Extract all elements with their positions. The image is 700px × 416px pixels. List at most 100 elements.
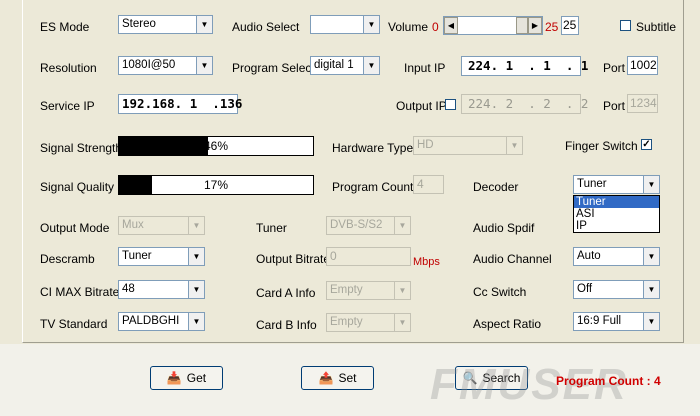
cc-switch-value: Off	[577, 283, 593, 295]
chevron-down-icon[interactable]: ▼	[188, 248, 204, 265]
ci-max-bitrate-value: 48	[122, 283, 135, 295]
signal-quality-label: Signal Quality	[40, 180, 115, 194]
decoder-option-tuner[interactable]: Tuner	[574, 196, 659, 208]
chevron-down-icon[interactable]: ▼	[196, 57, 212, 74]
input-port-label: Port	[603, 61, 626, 75]
get-button-label: Get	[186, 371, 207, 385]
service-ip-field[interactable]: 192.168. 1 .136	[118, 94, 242, 114]
chevron-down-icon[interactable]: ▼	[394, 217, 410, 234]
aspect-ratio-select[interactable]: 16:9 Full ▼	[573, 312, 660, 331]
hardware-type-label: Hardware Type	[332, 141, 414, 155]
input-ip-label: Input IP	[404, 61, 446, 75]
decoder-select[interactable]: Tuner ▼	[573, 175, 660, 194]
resolution-select[interactable]: 1080I@50 ▼	[118, 56, 213, 75]
tuner-label: Tuner	[256, 221, 287, 235]
es-mode-label: ES Mode	[40, 20, 90, 34]
program-select-value: digital 1	[314, 59, 354, 71]
service-ip-label: Service IP	[40, 99, 95, 113]
ci-max-bitrate-select[interactable]: 48 ▼	[118, 280, 205, 299]
subtitle-label: Subtitle	[636, 20, 677, 34]
hardware-type-value: HD	[417, 139, 434, 151]
output-bitrate-label: Output Bitrate	[256, 252, 331, 266]
decoder-dropdown-list: Tuner ASI IP	[573, 195, 660, 233]
volume-label: Volume	[388, 20, 429, 34]
input-port-field[interactable]: 1002	[627, 56, 658, 75]
tuner-select[interactable]: DVB-S/S2 ▼	[326, 216, 411, 235]
chevron-left-icon[interactable]: ◀	[444, 17, 458, 34]
output-bitrate-field[interactable]: 0	[326, 247, 411, 266]
output-port-field[interactable]: 1234	[627, 94, 658, 113]
chevron-down-icon[interactable]: ▼	[363, 16, 379, 33]
ci-max-bitrate-label: CI MAX Bitrate	[40, 285, 120, 299]
chevron-right-icon[interactable]: ▶	[528, 17, 542, 34]
cc-switch-select[interactable]: Off ▼	[573, 280, 660, 299]
hardware-type-select[interactable]: HD ▼	[413, 136, 523, 155]
chevron-down-icon[interactable]: ▼	[643, 281, 659, 298]
volume-max: 25	[545, 20, 559, 34]
signal-strength-value: 46%	[203, 139, 229, 153]
chevron-down-icon[interactable]: ▼	[506, 137, 522, 154]
card-a-info-select[interactable]: Empty ▼	[326, 281, 411, 300]
descramb-select[interactable]: Tuner ▼	[118, 247, 205, 266]
audio-channel-select[interactable]: Auto ▼	[573, 247, 660, 266]
chevron-down-icon[interactable]: ▼	[643, 313, 659, 330]
chevron-down-icon[interactable]: ▼	[643, 176, 659, 193]
card-b-info-label: Card B Info	[256, 318, 317, 332]
set-icon: 📤	[318, 371, 334, 385]
chevron-down-icon[interactable]: ▼	[394, 282, 410, 299]
program-select-label: Program Select	[232, 61, 315, 75]
audio-channel-value: Auto	[577, 250, 601, 262]
program-count-status: Program Count : 4	[556, 374, 661, 388]
signal-strength-label: Signal Strength	[40, 141, 123, 155]
output-mode-label: Output Mode	[40, 221, 110, 235]
chevron-down-icon[interactable]: ▼	[196, 16, 212, 33]
subtitle-checkbox[interactable]	[620, 20, 631, 31]
card-a-info-value: Empty	[330, 284, 363, 296]
program-count-field[interactable]: 4	[413, 175, 444, 194]
tuner-value: DVB-S/S2	[330, 219, 383, 231]
chevron-down-icon[interactable]: ▼	[188, 217, 204, 234]
chevron-down-icon[interactable]: ▼	[188, 281, 204, 298]
aspect-ratio-label: Aspect Ratio	[473, 317, 542, 331]
output-ip-field[interactable]: 224. 2 . 2 . 2	[461, 94, 588, 114]
tv-standard-select[interactable]: PALDBGHI ▼	[118, 312, 205, 331]
volume-slider[interactable]: ◀ ▶	[443, 16, 543, 35]
aspect-ratio-value: 16:9 Full	[577, 315, 622, 327]
chevron-down-icon[interactable]: ▼	[643, 248, 659, 265]
output-ip-checkbox[interactable]	[445, 99, 456, 110]
program-select[interactable]: digital 1 ▼	[310, 56, 380, 75]
card-b-info-select[interactable]: Empty ▼	[326, 313, 411, 332]
output-mode-value: Mux	[122, 219, 144, 231]
es-mode-value: Stereo	[122, 18, 156, 30]
input-ip-field[interactable]: 224. 1 . 1 . 1	[461, 56, 588, 76]
descramb-label: Descramb	[40, 252, 95, 266]
volume-slider-thumb[interactable]	[516, 17, 528, 34]
tv-standard-value: PALDBGHI	[122, 315, 180, 327]
output-bitrate-unit: Mbps	[413, 256, 440, 268]
chevron-down-icon[interactable]: ▼	[188, 313, 204, 330]
signal-strength-bar: 46%	[118, 136, 314, 156]
set-button[interactable]: 📤 Set	[301, 366, 374, 390]
audio-spdif-label: Audio Spdif	[473, 221, 535, 235]
program-count-label: Program Count	[332, 180, 414, 194]
card-b-info-value: Empty	[330, 316, 363, 328]
decoder-option-asi[interactable]: ASI	[574, 208, 659, 220]
decoder-label: Decoder	[473, 180, 519, 194]
chevron-down-icon[interactable]: ▼	[363, 57, 379, 74]
output-ip-label: Output IP	[396, 99, 447, 113]
descramb-value: Tuner	[122, 250, 152, 262]
decoder-value: Tuner	[577, 178, 607, 190]
set-button-label: Set	[338, 371, 357, 385]
resolution-label: Resolution	[40, 61, 97, 75]
resolution-value: 1080I@50	[122, 59, 176, 71]
volume-value[interactable]: 25	[561, 16, 579, 35]
es-mode-select[interactable]: Stereo ▼	[118, 15, 213, 34]
get-button[interactable]: 📥 Get	[150, 366, 223, 390]
output-mode-select[interactable]: Mux ▼	[118, 216, 205, 235]
audio-select[interactable]: ▼	[310, 15, 380, 34]
chevron-down-icon[interactable]: ▼	[394, 314, 410, 331]
finger-switch-label: Finger Switch	[565, 139, 638, 153]
decoder-option-ip[interactable]: IP	[574, 220, 659, 232]
cc-switch-label: Cc Switch	[473, 285, 527, 299]
finger-switch-checkbox[interactable]: ✓	[641, 139, 652, 150]
